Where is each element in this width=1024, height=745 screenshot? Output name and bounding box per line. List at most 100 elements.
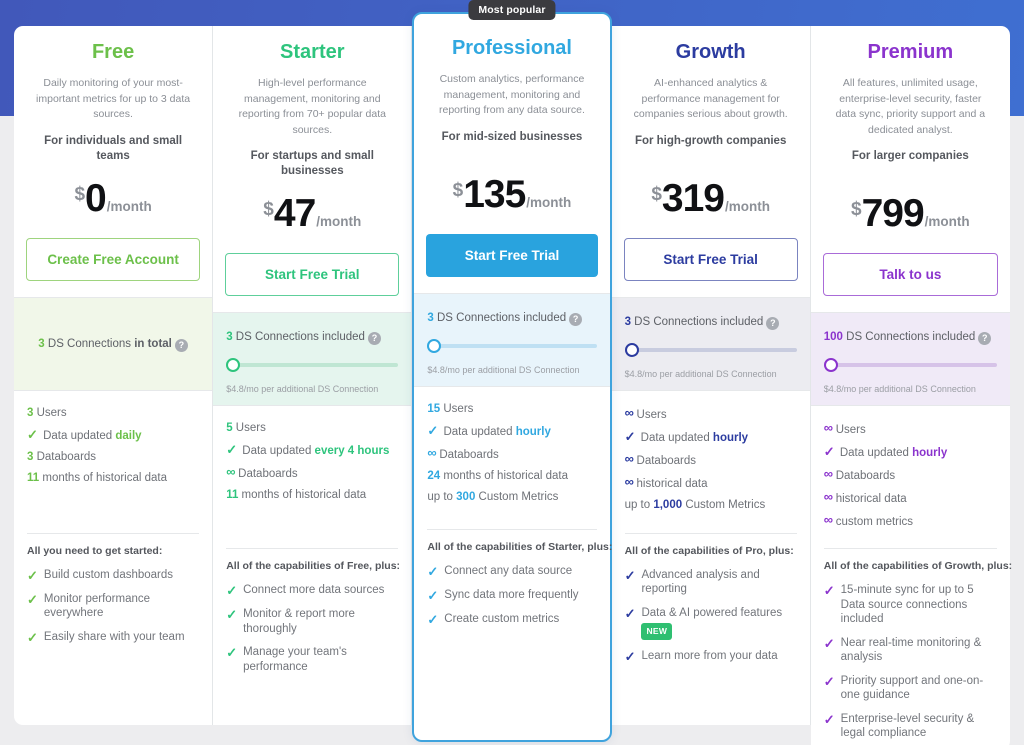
ds-connections-band: 3 DS Connections included? $4.8/mo per ad… <box>611 296 810 391</box>
benefit-label: Monitor & report more thoroughly <box>243 608 355 635</box>
cta-button-premium[interactable]: Talk to us <box>822 253 998 296</box>
plan-name: Premium <box>867 41 954 63</box>
spec-value: 11 <box>27 471 40 484</box>
plan-header: Starter High-level performance management… <box>213 26 411 245</box>
check-icon: ✓ <box>624 567 636 583</box>
slider-track <box>624 347 797 352</box>
help-icon[interactable]: ? <box>978 332 992 345</box>
plan-price: $799/month <box>823 193 998 245</box>
spec-item: 15 Users <box>427 402 474 415</box>
plan-specs: ∞ Users ✓ Data updated hourly ∞ Databoards… <box>811 406 1010 536</box>
plan-card-growth: Growth AI-enhanced analytics & performanc… <box>611 26 811 725</box>
plan-audience: For startups and small businesses <box>250 150 374 177</box>
benefit-item: ✓ Monitor performance everywhere <box>27 592 199 621</box>
plan-header: Growth AI-enhanced analytics & performanc… <box>612 26 810 230</box>
benefit-label: Near real-time monitoring & analysis <box>840 636 982 664</box>
benefit-label: Easily share with your team <box>43 630 185 643</box>
ds-connections-label: 3 DS Connections in total? <box>38 336 188 352</box>
plan-header: Free Daily monitoring of your most-import… <box>14 26 212 230</box>
ds-connections-count: 100 <box>823 331 843 343</box>
spec-item: ✓ Data updated hourly <box>823 444 948 459</box>
spec-value: 3 <box>27 450 34 463</box>
benefit-label: Learn more from your data <box>641 649 778 662</box>
benefit-item: ✓ Easily share with your team <box>27 630 199 645</box>
plan-card-premium: Premium All features, unlimited usage, en… <box>810 26 1012 745</box>
plan-audience: For high-growth companies <box>634 134 787 147</box>
spec-highlight: 1,000 <box>653 498 683 511</box>
cta-button-professional[interactable]: Start Free Trial <box>426 233 598 277</box>
spec-value: 15 <box>427 402 441 415</box>
plan-audience: For individuals and small teams <box>44 134 183 162</box>
spec-item: 5 Users <box>226 422 266 434</box>
cta-button-growth[interactable]: Start Free Trial <box>623 237 798 281</box>
ds-connections-inner: 3 DS Connections included? $4.8/mo per ad… <box>226 329 399 395</box>
ds-connections-slider[interactable] <box>427 338 597 353</box>
ds-connections-slider[interactable] <box>624 342 797 357</box>
check-icon: ✓ <box>27 426 38 442</box>
ds-connections-count: 3 <box>427 311 434 324</box>
infinity-icon: ∞ <box>624 450 634 466</box>
ds-connections-band: 3 DS Connections in total? <box>14 296 213 391</box>
check-icon: ✓ <box>27 629 38 645</box>
spec-item: ∞ Users <box>823 420 866 436</box>
spec-item: ✓ Data updated daily <box>27 426 142 442</box>
slider-knob[interactable] <box>823 358 838 372</box>
ds-connections-note: $4.8/mo per additional DS Connection <box>624 368 777 379</box>
ds-connections-note: $4.8/mo per additional DS Connection <box>823 384 976 394</box>
plan-name: Professional <box>451 37 572 59</box>
benefit-label: 15-minute sync for up to 5 Data source c… <box>840 584 974 625</box>
plan-cta-wrap: Create Free Account <box>14 230 212 281</box>
ds-connections-label: 3 DS Connections included? <box>226 329 398 345</box>
check-icon: ✓ <box>624 605 636 621</box>
infinity-icon: ∞ <box>624 404 634 420</box>
spec-highlight: hourly <box>712 431 749 444</box>
plan-benefits: All of the capabilities of Starter, plus… <box>427 528 612 636</box>
currency-symbol: $ <box>452 179 464 201</box>
plan-header: Premium All features, unlimited usage, en… <box>811 26 1010 245</box>
price-amount: 319 <box>661 176 725 220</box>
plan-specs: 5 Users ✓ Data updated every 4 hours ∞ Dat… <box>213 406 411 536</box>
spec-value: 3 <box>27 406 34 419</box>
check-icon: ✓ <box>823 444 835 459</box>
plan-name: Growth <box>675 41 746 63</box>
slider-knob[interactable] <box>427 338 442 353</box>
plan-description: AI-enhanced analytics & performance mana… <box>633 77 788 120</box>
price-period: /month <box>316 214 362 229</box>
spec-highlight: every 4 hours <box>314 445 390 457</box>
cta-button-starter[interactable]: Start Free Trial <box>225 253 400 296</box>
ds-connections-label: 3 DS Connections included? <box>427 310 596 326</box>
plan-audience: For mid-sized businesses <box>441 130 583 143</box>
infinity-icon: ∞ <box>823 512 833 527</box>
spec-highlight: 300 <box>456 490 476 503</box>
spec-highlight: daily <box>115 429 142 442</box>
spec-item: 3 Databoards <box>27 450 97 463</box>
benefit-label: Create custom metrics <box>444 612 560 625</box>
slider-knob[interactable] <box>226 358 241 372</box>
spec-item: ∞ Databoards <box>226 464 298 480</box>
plan-card-free: Free Daily monitoring of your most-import… <box>14 26 214 725</box>
benefit-item: ✓ Enterprise-level security & legal compl… <box>824 712 997 741</box>
price-period: /month <box>526 194 572 210</box>
help-icon[interactable]: ? <box>766 316 780 330</box>
help-icon[interactable]: ? <box>569 312 583 326</box>
ds-connections-count: 3 <box>38 337 45 350</box>
plan-benefits: All of the capabilities of Pro, plus: ✓ Ad… <box>624 532 797 673</box>
check-icon: ✓ <box>226 607 238 622</box>
check-icon: ✓ <box>823 583 835 598</box>
slider-track <box>823 363 997 367</box>
ds-connections-slider[interactable] <box>823 358 997 372</box>
plan-card-starter: Starter High-level performance management… <box>213 26 413 725</box>
slider-knob[interactable] <box>624 342 639 357</box>
check-icon: ✓ <box>27 591 38 607</box>
price-amount: 135 <box>463 172 526 216</box>
help-icon[interactable]: ? <box>174 338 188 352</box>
benefit-item: ✓ Advanced analysis and reporting <box>625 568 797 597</box>
infinity-icon: ∞ <box>823 420 833 435</box>
ds-connections-note: $4.8/mo per additional DS Connection <box>226 384 379 394</box>
cta-button-free[interactable]: Create Free Account <box>26 237 201 281</box>
benefit-item: ✓ Connect any data source <box>427 564 596 579</box>
infinity-icon: ∞ <box>823 489 833 504</box>
ds-connections-slider[interactable] <box>226 358 399 372</box>
check-icon: ✓ <box>226 583 238 598</box>
help-icon[interactable]: ? <box>367 332 381 345</box>
